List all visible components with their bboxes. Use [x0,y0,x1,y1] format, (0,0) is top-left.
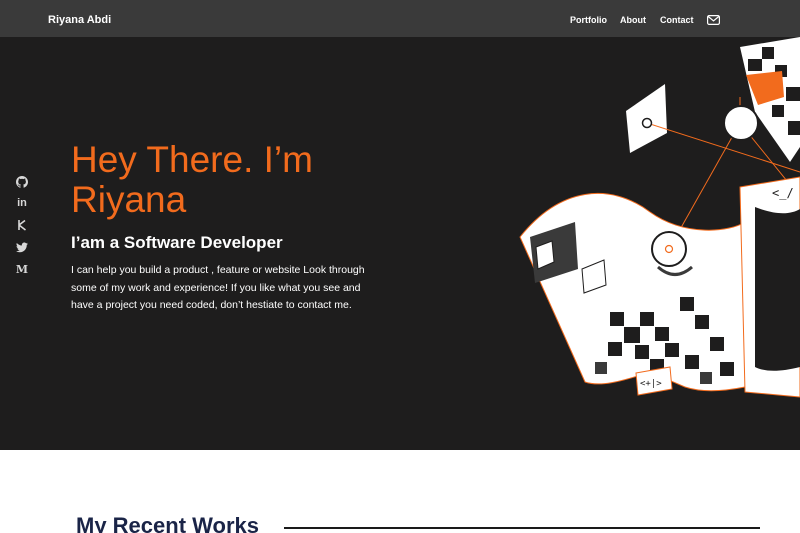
github-icon[interactable] [14,175,30,189]
kaggle-icon[interactable] [14,218,30,232]
envelope-icon[interactable] [707,15,720,25]
hero-subtitle: I’am a Software Developer [71,233,283,252]
twitter-icon[interactable] [14,240,30,254]
site-brand[interactable]: Riyana Abdi [48,14,111,26]
developer-illustration: <_/ <+|> [519,37,800,398]
recent-works-heading: My Recent Works [76,513,259,533]
linkedin-icon[interactable]: in [14,196,30,210]
top-navigation-bar: Riyana Abdi Portfolio About Contact [0,0,800,37]
hero-title: Hey There. I’m Riyana [71,139,313,220]
nav-contact-link[interactable]: Contact [660,15,694,25]
section-divider [284,527,760,529]
medium-icon[interactable]: M [14,262,30,276]
svg-text:<+|>: <+|> [640,379,662,389]
nav-portfolio-link[interactable]: Portfolio [570,15,607,25]
checkered-block-top [740,37,800,162]
code-book-shape: <_/ <+|> [519,176,800,398]
hero-section: in M Hey There. I’m Riyana I’am a Softwa… [0,37,800,450]
hero-description: I can help you build a product , feature… [71,264,365,311]
nav-about-link[interactable]: About [620,15,646,25]
svg-text:<_/: <_/ [772,186,794,200]
